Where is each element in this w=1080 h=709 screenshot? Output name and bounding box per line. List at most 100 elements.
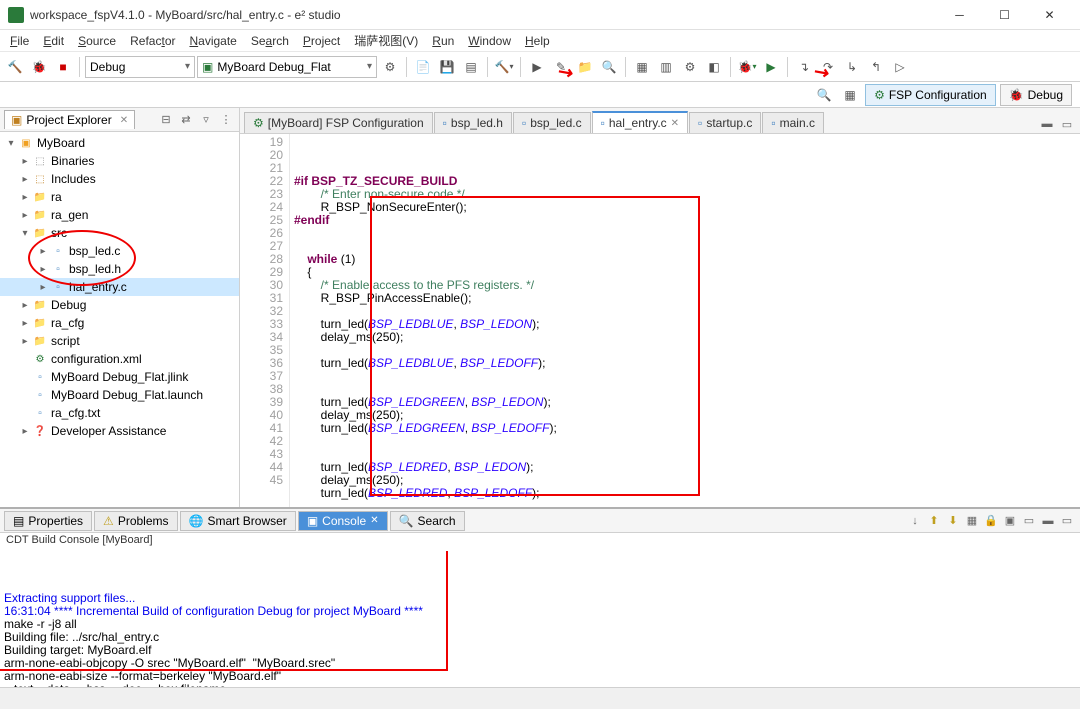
tab-main-c[interactable]: ▫main.c (762, 112, 824, 133)
minimize-view-button[interactable]: ▬ (1038, 115, 1056, 133)
launch-mode-combo[interactable]: Debug ▾ (85, 56, 195, 78)
collapse-all-button[interactable]: ⊟ (157, 111, 175, 129)
project-tree[interactable]: ▾▣MyBoard ▸⬚Binaries ▸⬚Includes ▸📁ra ▸📁r… (0, 132, 239, 507)
minimize-button[interactable]: ─ (937, 1, 982, 29)
tree-hal-entry-c[interactable]: ▸▫hal_entry.c (0, 278, 239, 296)
tree-ra[interactable]: ▸📁ra (0, 188, 239, 206)
app-icon (8, 7, 24, 23)
save-button[interactable]: 💾 (436, 56, 458, 78)
run-button-2[interactable]: ▶ (760, 56, 782, 78)
code-editor[interactable]: #if BSP_TZ_SECURE_BUILD /* Enter non-sec… (290, 134, 1080, 507)
menu-navigate[interactable]: Navigate (183, 32, 242, 50)
build-dropdown[interactable]: 🔨▾ (493, 56, 515, 78)
tab-bsp-led-c[interactable]: ▫bsp_led.c (513, 112, 591, 133)
step-into-button[interactable]: ↳ (841, 56, 863, 78)
launch-config-combo[interactable]: ▣ MyBoard Debug_Flat ▾ (197, 56, 377, 78)
statusbar (0, 687, 1080, 709)
console-open-button[interactable]: ▭ (1020, 512, 1038, 530)
menu-file[interactable]: File (4, 32, 35, 50)
tab-smart-browser[interactable]: 🌐Smart Browser (180, 511, 296, 531)
close-icon[interactable]: ✕ (671, 118, 679, 129)
tab-problems[interactable]: ⚠Problems (94, 511, 177, 531)
tab-bsp-led-h[interactable]: ▫bsp_led.h (434, 112, 512, 133)
tree-bsp-led-h[interactable]: ▸▫bsp_led.h (0, 260, 239, 278)
menu-search[interactable]: Search (245, 32, 295, 50)
perspective-debug[interactable]: 🐞 Debug (1000, 84, 1072, 106)
tab-properties[interactable]: ▤Properties (4, 511, 92, 531)
tool-button-2[interactable]: ▦ (631, 56, 653, 78)
maximize-view-button[interactable]: ▭ (1058, 115, 1076, 133)
settings-button[interactable]: ⚙ (379, 56, 401, 78)
console-min-button[interactable]: ▬ (1039, 512, 1057, 530)
titlebar: workspace_fspV4.1.0 - MyBoard/src/hal_en… (0, 0, 1080, 30)
close-icon[interactable]: ✕ (120, 115, 128, 126)
menu-help[interactable]: Help (519, 32, 556, 50)
tab-startup-c[interactable]: ▫startup.c (689, 112, 761, 133)
perspective-fsp[interactable]: ⚙ FSP Configuration (865, 84, 996, 106)
tree-ra-cfg[interactable]: ▸📁ra_cfg (0, 314, 239, 332)
build-button[interactable]: 🔨 (4, 56, 26, 78)
open-perspective-button[interactable]: ▦ (839, 84, 861, 106)
tree-src[interactable]: ▾📁src (0, 224, 239, 242)
stop-button[interactable]: ■ (52, 56, 74, 78)
console-lock-button[interactable]: 🔒 (982, 512, 1000, 530)
menu-window[interactable]: Window (462, 32, 517, 50)
console-display-button[interactable]: ▣ (1001, 512, 1019, 530)
tool-button-4[interactable]: ◧ (703, 56, 725, 78)
tree-binaries[interactable]: ▸⬚Binaries (0, 152, 239, 170)
filter-button[interactable]: ▿ (197, 111, 215, 129)
close-button[interactable]: ✕ (1027, 1, 1072, 29)
resume-button[interactable]: ▷ (889, 56, 911, 78)
debug-dropdown[interactable]: 🐞▾ (736, 56, 758, 78)
maximize-button[interactable]: ☐ (982, 1, 1027, 29)
console-down-button[interactable]: ⬇ (944, 512, 962, 530)
main-area: ▣ Project Explorer ✕ ⊟ ⇄ ▿ ⋮ ▾▣MyBoard ▸… (0, 108, 1080, 507)
tab-search[interactable]: 🔍Search (390, 511, 465, 531)
menu-refactor[interactable]: Refactor (124, 32, 181, 50)
tree-ra-gen[interactable]: ▸📁ra_gen (0, 206, 239, 224)
menu-edit[interactable]: Edit (37, 32, 70, 50)
close-icon[interactable]: ✕ (370, 515, 378, 526)
perspective-bar: 🔍 ▦ ⚙ FSP Configuration 🐞 Debug (0, 82, 1080, 108)
warning-icon: ⚠ (103, 514, 114, 528)
console-output[interactable]: Extracting support files...16:31:04 ****… (0, 551, 1080, 687)
step-over-button[interactable]: ↷ (817, 56, 839, 78)
link-editor-button[interactable]: ⇄ (177, 111, 195, 129)
search-toolbar-button[interactable]: 🔍 (598, 56, 620, 78)
tree-debug[interactable]: ▸📁Debug (0, 296, 239, 314)
tree-jlink[interactable]: ▫MyBoard Debug_Flat.jlink (0, 368, 239, 386)
gear-button[interactable]: ⚙ (679, 56, 701, 78)
tree-launch[interactable]: ▫MyBoard Debug_Flat.launch (0, 386, 239, 404)
project-explorer-tab[interactable]: ▣ Project Explorer ✕ (4, 110, 135, 129)
tree-config-xml[interactable]: ⚙configuration.xml (0, 350, 239, 368)
tab-hal-entry-c[interactable]: ▫hal_entry.c✕ (592, 111, 688, 133)
new-button[interactable]: 📄 (412, 56, 434, 78)
debug-button[interactable]: 🐞 (28, 56, 50, 78)
tree-script[interactable]: ▸📁script (0, 332, 239, 350)
run-dropdown[interactable]: ▶ (526, 56, 548, 78)
menu-project[interactable]: Project (297, 32, 346, 50)
menu-run[interactable]: Run (426, 32, 460, 50)
menu-source[interactable]: Source (72, 32, 122, 50)
tree-bsp-led-c[interactable]: ▸▫bsp_led.c (0, 242, 239, 260)
search-icon[interactable]: 🔍 (813, 84, 835, 106)
bottom-tabs: ▤Properties ⚠Problems 🌐Smart Browser ▣Co… (0, 509, 1080, 533)
tool-button-3[interactable]: ▥ (655, 56, 677, 78)
console-max-button[interactable]: ▭ (1058, 512, 1076, 530)
console-up-button[interactable]: ⬆ (925, 512, 943, 530)
tree-ra-cfg-txt[interactable]: ▫ra_cfg.txt (0, 404, 239, 422)
step-button[interactable]: ↴ (793, 56, 815, 78)
step-out-button[interactable]: ↰ (865, 56, 887, 78)
tab-console[interactable]: ▣Console✕ (298, 511, 388, 531)
console-pin-button[interactable]: ↓ (906, 512, 924, 530)
tree-dev-assist[interactable]: ▸❓Developer Assistance (0, 422, 239, 440)
view-menu-button[interactable]: ⋮ (217, 111, 235, 129)
tree-includes[interactable]: ▸⬚Includes (0, 170, 239, 188)
tool-button[interactable]: ✎ (550, 56, 572, 78)
folder-button[interactable]: 📁 (574, 56, 596, 78)
console-clear-button[interactable]: ▦ (963, 512, 981, 530)
tab-fsp-config[interactable]: ⚙[MyBoard] FSP Configuration (244, 112, 433, 133)
tree-project-root[interactable]: ▾▣MyBoard (0, 134, 239, 152)
menu-renesas[interactable]: 瑞萨视图(V) (348, 30, 424, 51)
save-all-button[interactable]: ▤ (460, 56, 482, 78)
